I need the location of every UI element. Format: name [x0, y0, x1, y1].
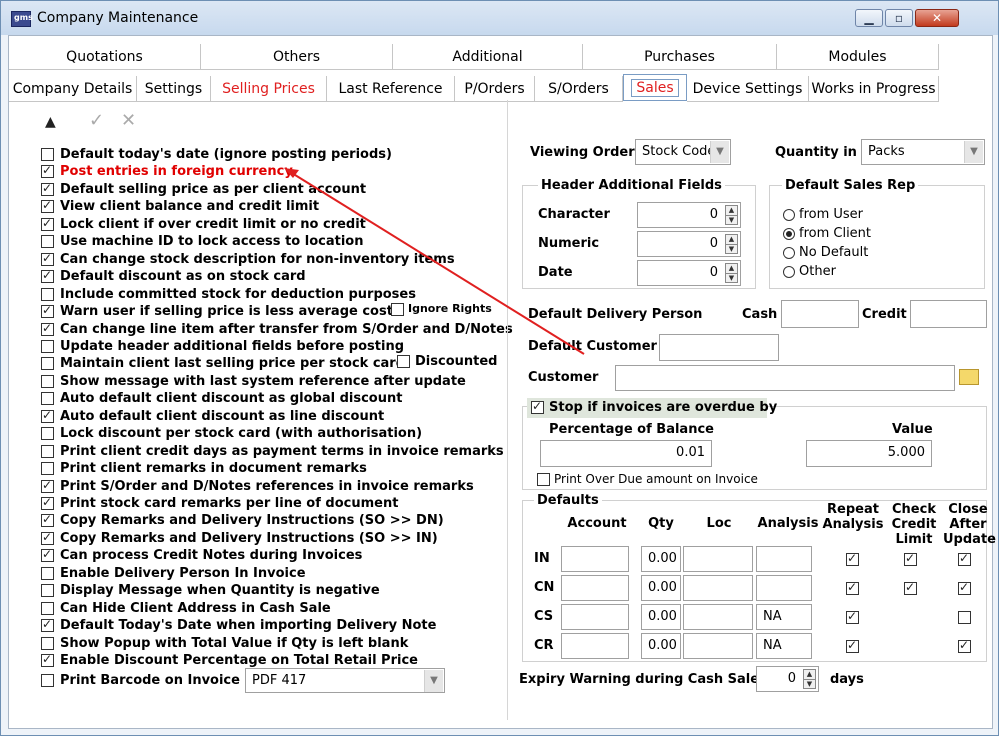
app-icon: gms — [11, 11, 33, 27]
window-title: Company Maintenance — [37, 10, 199, 26]
company-maintenance-window: gms Company Maintenance ▁ ▫ ✕ Quotations… — [0, 0, 999, 736]
client-area: Quotations Others Additional Purchases Modul… — [8, 35, 996, 729]
title-bar: gms Company Maintenance ▁ ▫ ✕ — [1, 1, 998, 35]
annotation-arrow — [284, 168, 585, 355]
maximize-button[interactable]: ▫ — [885, 9, 913, 27]
close-button[interactable]: ✕ — [915, 9, 959, 27]
minimize-button[interactable]: ▁ — [855, 9, 883, 27]
